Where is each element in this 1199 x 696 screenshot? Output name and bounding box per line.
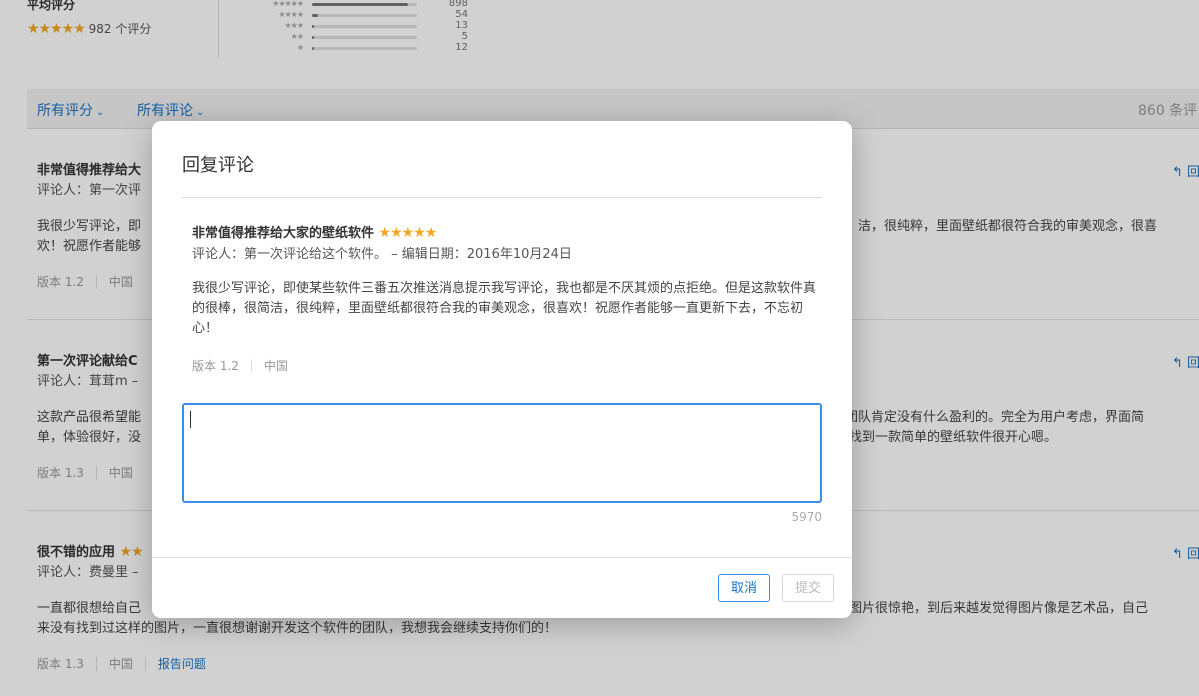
reply-review-dialog: 回复评论 非常值得推荐给大家的壁纸软件 ★★★★★ 评论人：第一次评论给这个软件…	[152, 121, 852, 618]
review-version: 版本 1.2	[192, 359, 239, 373]
character-count: 5970	[791, 510, 822, 524]
star-rating-icon: ★★★★★	[378, 225, 438, 241]
text-caret	[190, 411, 191, 428]
cancel-button[interactable]: 取消	[718, 574, 770, 602]
quoted-review-footer: 版本 1.2 中国	[192, 357, 288, 374]
review-country: 中国	[263, 359, 288, 373]
dialog-title: 回复评论	[182, 155, 254, 176]
divider	[250, 358, 252, 373]
quoted-review-title: 非常值得推荐给大家的壁纸软件 ★★★★★	[192, 222, 438, 241]
reply-textarea[interactable]	[182, 403, 822, 503]
submit-button[interactable]: 提交	[782, 574, 834, 602]
quoted-review-title-text: 非常值得推荐给大家的壁纸软件	[192, 226, 375, 241]
quoted-review-body: 我很少写评论，即使某些软件三番五次推送消息提示我写评论，我也都是不厌其烦的点拒绝…	[192, 281, 817, 336]
dialog-footer: 取消 提交	[152, 557, 852, 618]
divider	[182, 197, 822, 198]
quoted-review-meta: 评论人：第一次评论给这个软件。 – 编辑日期：2016年10月24日	[192, 247, 572, 262]
